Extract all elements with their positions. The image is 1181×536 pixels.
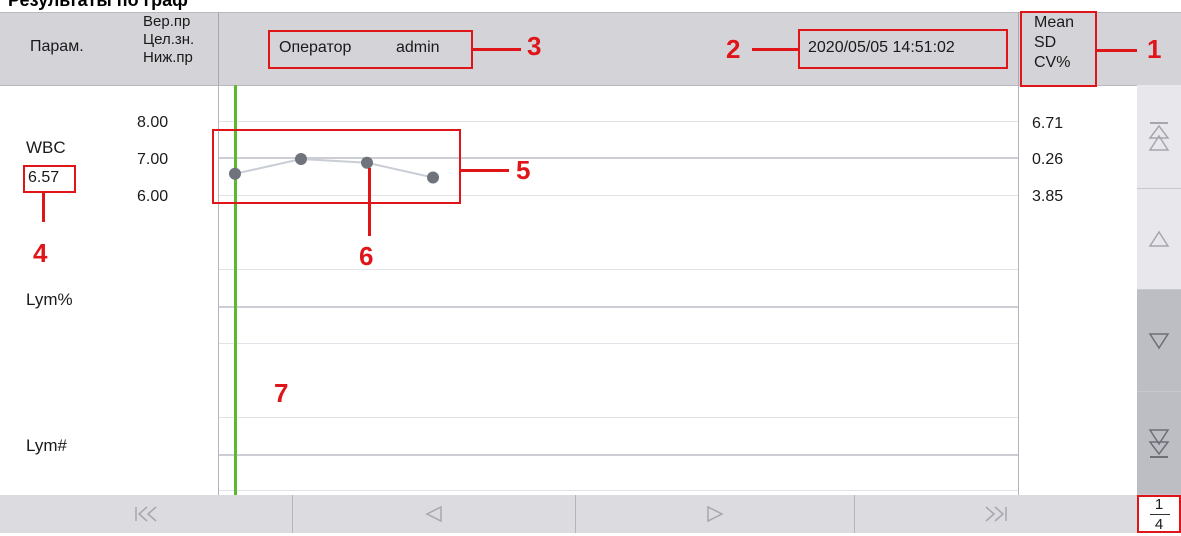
mean-label: Mean: [1034, 14, 1075, 31]
cv-label: CV%: [1034, 54, 1071, 71]
datetime-display: 2020/05/05 14:51:02: [808, 39, 955, 56]
callout-label-7: 7: [274, 378, 289, 408]
triangle-left-icon: [425, 505, 442, 523]
target-value-label: Цел.зн.: [143, 31, 195, 48]
skip-first-icon: [135, 506, 157, 522]
callout-line-4: [42, 193, 45, 222]
scroll-up-button[interactable]: [1137, 189, 1181, 290]
callout-label-1: 1: [1147, 34, 1162, 64]
wbc-cv: 3.85: [1032, 188, 1064, 205]
triangle-up-icon: [1148, 230, 1170, 247]
page-fraction-line: [1150, 514, 1170, 515]
operator-label: Оператор: [279, 39, 352, 56]
next-page-button[interactable]: [576, 495, 855, 533]
first-page-button[interactable]: [0, 495, 293, 533]
wbc-current-value: 6.57: [28, 169, 60, 186]
operator-value: admin: [396, 39, 440, 56]
previous-page-button[interactable]: [293, 495, 576, 533]
wbc-target-value: 7.00: [137, 151, 169, 168]
scroll-down-button[interactable]: [1137, 290, 1181, 392]
callout-line-1: [1097, 49, 1137, 52]
header-divider: [218, 12, 219, 85]
double-chevron-up-icon: [1148, 121, 1170, 151]
callout-label-4: 4: [33, 238, 48, 268]
callout-line-2: [752, 48, 798, 51]
triangle-down-icon: [1148, 332, 1170, 349]
wbc-lower-limit: 6.00: [137, 188, 169, 205]
chart-point-box: [212, 129, 461, 204]
callout-line-3: [473, 48, 521, 51]
param-name-lym-count: Lym#: [26, 436, 67, 455]
upper-limit-label: Вер.пр: [143, 13, 191, 30]
wbc-sd: 0.26: [1032, 151, 1064, 168]
param-name-wbc: WBC: [26, 138, 66, 157]
callout-line-5: [461, 169, 509, 172]
lower-limit-label: Ниж.пр: [143, 49, 193, 66]
callout-label-6: 6: [359, 241, 374, 271]
callout-label-3: 3: [527, 31, 542, 61]
limits-column-header: Вер.пр Цел.зн. Ниж.пр: [143, 13, 194, 67]
header-divider: [1018, 12, 1019, 85]
callout-label-5: 5: [516, 155, 531, 185]
scroll-bottom-button[interactable]: [1137, 392, 1181, 495]
skip-last-icon: [985, 506, 1007, 522]
last-page-button[interactable]: [855, 495, 1137, 533]
stats-column-header: Mean SD CV%: [1034, 13, 1074, 73]
double-chevron-down-icon: [1148, 429, 1170, 458]
wbc-upper-limit: 8.00: [137, 114, 169, 131]
sd-label: SD: [1034, 34, 1057, 51]
callout-line-6: [368, 168, 371, 236]
wbc-mean: 6.71: [1032, 115, 1064, 132]
scroll-top-button[interactable]: [1137, 85, 1181, 189]
triangle-right-icon: [707, 505, 724, 523]
callout-label-2: 2: [726, 34, 741, 64]
param-column-header: Парам.: [30, 38, 84, 55]
screen-title: Результаты по граф: [8, 0, 188, 10]
page-current: 1: [1154, 496, 1164, 513]
param-name-lym-percent: Lym%: [26, 290, 73, 309]
page-total: 4: [1154, 516, 1164, 533]
